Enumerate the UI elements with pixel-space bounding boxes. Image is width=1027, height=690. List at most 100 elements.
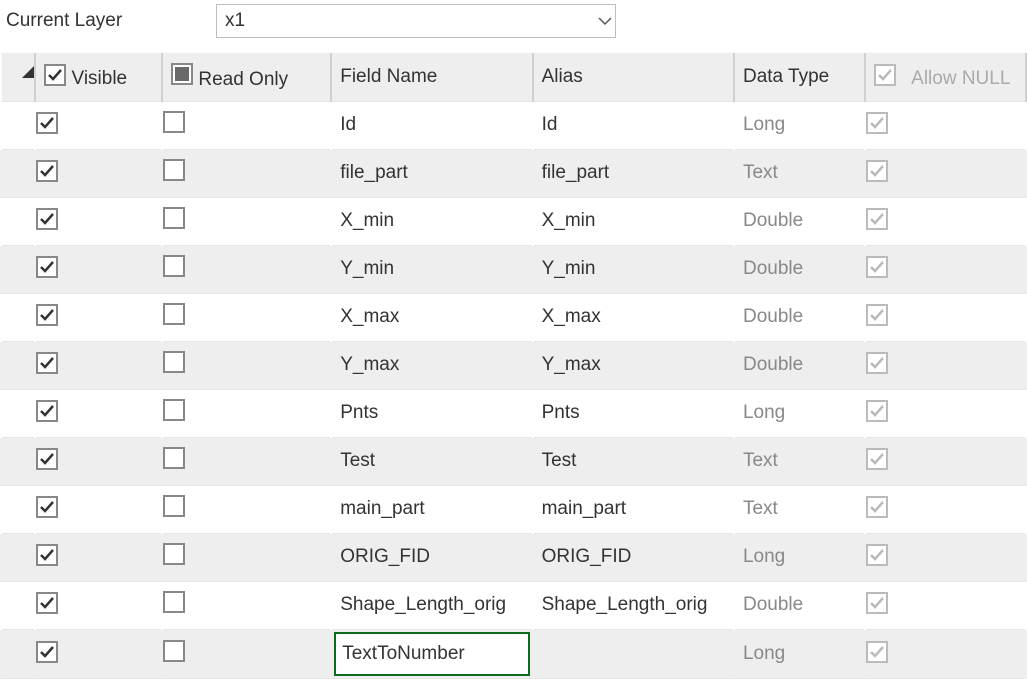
current-layer-dropdown[interactable]: x1	[216, 4, 616, 38]
alias-cell[interactable]: file_part	[534, 162, 733, 184]
readonly-cell[interactable]	[162, 437, 331, 485]
data-type-cell[interactable]: Long	[735, 114, 864, 136]
visible-cell[interactable]	[35, 101, 162, 149]
visible-cell[interactable]	[35, 197, 162, 245]
alias-cell[interactable]: Shape_Length_orig	[534, 594, 733, 616]
alias-cell[interactable]: ORIG_FID	[534, 546, 733, 568]
readonly-cell[interactable]	[162, 581, 331, 629]
table-row[interactable]: ORIG_FIDORIG_FIDLong	[1, 533, 1026, 581]
checkbox[interactable]	[36, 641, 58, 663]
field-name-cell[interactable]: main_part	[332, 498, 531, 520]
visible-cell[interactable]	[35, 293, 162, 341]
checkbox[interactable]	[36, 544, 58, 566]
visible-cell[interactable]	[35, 149, 162, 197]
checkbox[interactable]	[36, 400, 58, 422]
readonly-cell[interactable]	[162, 533, 331, 581]
table-row[interactable]: file_partfile_partText	[1, 149, 1026, 197]
table-row[interactable]: X_minX_minDouble	[1, 197, 1026, 245]
checkbox[interactable]	[36, 592, 58, 614]
table-row[interactable]: X_maxX_maxDouble	[1, 293, 1026, 341]
header-datatype[interactable]: Data Type	[734, 53, 865, 101]
alias-cell[interactable]: Pnts	[534, 402, 733, 424]
table-row[interactable]: TextToNumber Long	[1, 629, 1026, 678]
readonly-cell[interactable]	[162, 629, 331, 678]
checkbox[interactable]	[163, 159, 185, 181]
field-name-cell[interactable]: Y_max	[332, 354, 531, 376]
visible-header-checkbox[interactable]	[44, 64, 66, 86]
checkbox[interactable]	[163, 207, 185, 229]
table-row[interactable]: Y_maxY_maxDouble	[1, 341, 1026, 389]
checkbox[interactable]	[163, 111, 185, 133]
data-type-cell[interactable]: Text	[735, 162, 864, 184]
header-fieldname[interactable]: Field Name	[331, 53, 532, 101]
visible-cell[interactable]	[35, 581, 162, 629]
alias-cell[interactable]: Y_min	[534, 258, 733, 280]
fields-grid[interactable]: Visible Read Only Field Name Alias Data …	[0, 53, 1027, 679]
expand-all-toggle[interactable]	[1, 53, 35, 101]
checkbox[interactable]	[163, 640, 185, 662]
readonly-cell[interactable]	[162, 389, 331, 437]
field-name-cell[interactable]: Y_min	[332, 258, 531, 280]
checkbox[interactable]	[163, 303, 185, 325]
data-type-cell[interactable]: Double	[735, 306, 864, 328]
readonly-cell[interactable]	[162, 101, 331, 149]
field-name-cell[interactable]: ORIG_FID	[332, 546, 531, 568]
data-type-cell[interactable]: Long	[735, 643, 864, 665]
readonly-cell[interactable]	[162, 197, 331, 245]
visible-cell[interactable]	[35, 389, 162, 437]
readonly-cell[interactable]	[162, 485, 331, 533]
checkbox[interactable]	[36, 448, 58, 470]
field-name-edit[interactable]: TextToNumber	[334, 632, 529, 676]
visible-cell[interactable]	[35, 341, 162, 389]
field-name-cell[interactable]: Shape_Length_orig	[332, 594, 531, 616]
data-type-cell[interactable]: Long	[735, 546, 864, 568]
alias-cell[interactable]: Test	[534, 450, 733, 472]
table-row[interactable]: Shape_Length_origShape_Length_origDouble	[1, 581, 1026, 629]
checkbox[interactable]	[36, 160, 58, 182]
field-name-cell[interactable]: file_part	[332, 162, 531, 184]
checkbox[interactable]	[163, 255, 185, 277]
checkbox[interactable]	[163, 447, 185, 469]
table-row[interactable]: IdIdLong	[1, 101, 1026, 149]
alias-cell[interactable]: main_part	[534, 498, 733, 520]
visible-cell[interactable]	[35, 533, 162, 581]
data-type-cell[interactable]: Text	[735, 450, 864, 472]
checkbox[interactable]	[36, 208, 58, 230]
checkbox[interactable]	[36, 352, 58, 374]
field-name-cell[interactable]: X_min	[332, 210, 531, 232]
readonly-cell[interactable]	[162, 341, 331, 389]
readonly-cell[interactable]	[162, 293, 331, 341]
visible-cell[interactable]	[35, 629, 162, 678]
visible-cell[interactable]	[35, 245, 162, 293]
field-name-cell[interactable]: Pnts	[332, 402, 531, 424]
checkbox[interactable]	[36, 304, 58, 326]
alias-cell[interactable]: X_min	[534, 210, 733, 232]
readonly-cell[interactable]	[162, 149, 331, 197]
header-alias[interactable]: Alias	[533, 53, 734, 101]
alias-cell[interactable]: Id	[534, 114, 733, 136]
checkbox[interactable]	[163, 543, 185, 565]
header-readonly[interactable]: Read Only	[162, 53, 331, 101]
readonly-header-checkbox[interactable]	[171, 63, 193, 85]
table-row[interactable]: main_partmain_partText	[1, 485, 1026, 533]
header-allownull[interactable]: Allow NULL	[865, 53, 1026, 101]
table-row[interactable]: Y_minY_minDouble	[1, 245, 1026, 293]
visible-cell[interactable]	[35, 485, 162, 533]
checkbox[interactable]	[163, 351, 185, 373]
checkbox[interactable]	[36, 112, 58, 134]
header-visible[interactable]: Visible	[35, 53, 162, 101]
checkbox[interactable]	[36, 256, 58, 278]
data-type-cell[interactable]: Text	[735, 498, 864, 520]
table-row[interactable]: TestTestText	[1, 437, 1026, 485]
checkbox[interactable]	[36, 496, 58, 518]
checkbox[interactable]	[163, 591, 185, 613]
data-type-cell[interactable]: Double	[735, 210, 864, 232]
readonly-cell[interactable]	[162, 245, 331, 293]
table-row[interactable]: PntsPntsLong	[1, 389, 1026, 437]
field-name-cell[interactable]: Test	[332, 450, 531, 472]
alias-cell[interactable]: X_max	[534, 306, 733, 328]
data-type-cell[interactable]: Double	[735, 594, 864, 616]
checkbox[interactable]	[163, 399, 185, 421]
checkbox[interactable]	[163, 495, 185, 517]
field-name-cell[interactable]: X_max	[332, 306, 531, 328]
